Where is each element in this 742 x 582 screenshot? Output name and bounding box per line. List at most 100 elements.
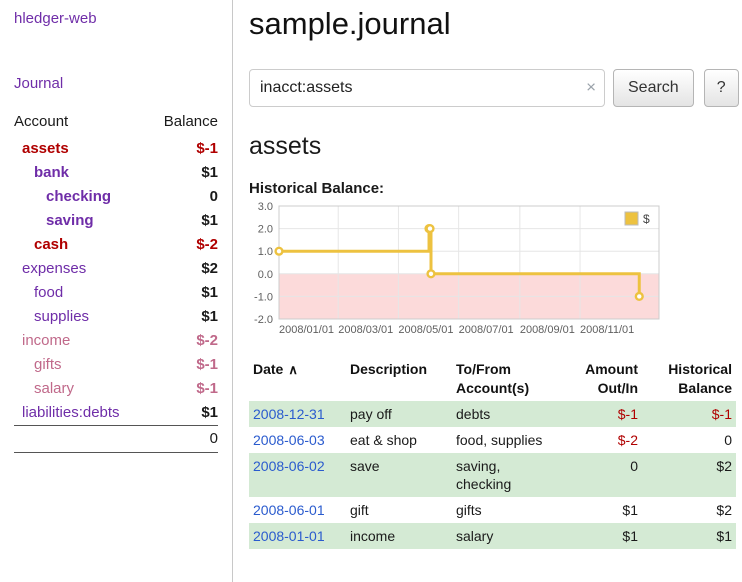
balance-line-chart: 3.02.01.00.0-1.0-2.02008/01/012008/03/01… <box>249 201 663 339</box>
account-name-cell: saving <box>14 209 149 233</box>
sidebar-account-link[interactable]: income <box>22 332 70 349</box>
svg-text:2008/07/01: 2008/07/01 <box>459 324 514 336</box>
account-name-cell: bank <box>14 161 149 185</box>
account-balance: $1 <box>149 209 218 233</box>
legend-swatch <box>625 212 638 225</box>
account-balance: $1 <box>149 161 218 185</box>
register-header-amount: Amount Out/In <box>560 357 642 401</box>
historical-balance-chart: 3.02.01.00.0-1.0-2.02008/01/012008/03/01… <box>249 201 739 344</box>
chart-title: Historical Balance: <box>249 180 739 197</box>
transaction-balance: $-1 <box>642 401 736 427</box>
accounts-total-row: 0 <box>14 426 218 453</box>
register-row: 2008-12-31pay offdebts$-1$-1 <box>249 401 736 427</box>
account-balance: $1 <box>149 401 218 426</box>
transaction-date-link[interactable]: 2008-06-01 <box>253 502 325 518</box>
account-name-cell: expenses <box>14 257 149 281</box>
sidebar-account-link[interactable]: food <box>34 284 63 301</box>
account-row: food$1 <box>14 281 218 305</box>
account-balance: $2 <box>149 257 218 281</box>
account-row: salary $-1 <box>14 377 218 401</box>
register-header-date[interactable]: Date∧ <box>249 357 346 401</box>
transaction-accounts: gifts <box>452 497 560 523</box>
accounts-total-spacer <box>14 426 149 453</box>
account-row: assets $-1 <box>14 137 218 161</box>
register-row: 2008-06-03eat & shopfood, supplies$-20 <box>249 427 736 453</box>
register-header-row: Date∧ Description To/From Account(s) Amo… <box>249 357 736 401</box>
sidebar: hledger-web Journal Account Balance asse… <box>0 0 233 582</box>
account-row: saving $1 <box>14 209 218 233</box>
accounts-header-account: Account <box>14 109 149 137</box>
account-row: expenses $2 <box>14 257 218 281</box>
sidebar-item-journal[interactable]: Journal <box>14 75 63 92</box>
svg-text:3.0: 3.0 <box>258 201 273 213</box>
transaction-accounts: food, supplies <box>452 427 560 453</box>
transaction-date-link[interactable]: 2008-01-01 <box>253 528 325 544</box>
transaction-amount: 0 <box>560 453 642 497</box>
register-header-accounts: To/From Account(s) <box>452 357 560 401</box>
data-point-marker <box>636 293 643 300</box>
search-box: × <box>249 69 605 107</box>
sidebar-account-link[interactable]: assets <box>22 140 69 157</box>
account-name-cell: food <box>14 281 149 305</box>
transaction-date-link[interactable]: 2008-06-02 <box>253 458 325 474</box>
transaction-accounts: saving, checking <box>452 453 560 497</box>
account-row: bank $1 <box>14 161 218 185</box>
accounts-header-balance: Balance <box>149 109 218 137</box>
register-row: 2008-01-01incomesalary$1$1 <box>249 523 736 549</box>
svg-text:-1.0: -1.0 <box>254 291 273 303</box>
sidebar-account-link[interactable]: supplies <box>34 308 89 325</box>
register-table: Date∧ Description To/From Account(s) Amo… <box>249 357 736 549</box>
transaction-description: pay off <box>346 401 452 427</box>
app-brand-link[interactable]: hledger-web <box>14 10 97 27</box>
data-point-marker <box>427 225 434 232</box>
accounts-total-value: 0 <box>149 426 218 453</box>
register-row: 2008-06-02savesaving, checking0$2 <box>249 453 736 497</box>
svg-text:2008/09/01: 2008/09/01 <box>520 324 575 336</box>
register-header-description: Description <box>346 357 452 401</box>
account-name-cell: cash <box>14 233 149 257</box>
transaction-date-link[interactable]: 2008-06-03 <box>253 432 325 448</box>
account-row: cash $-2 <box>14 233 218 257</box>
account-balance: $-1 <box>149 137 218 161</box>
transaction-accounts: salary <box>452 523 560 549</box>
svg-text:2008/03/01: 2008/03/01 <box>338 324 393 336</box>
svg-text:-2.0: -2.0 <box>254 314 273 326</box>
sidebar-account-link[interactable]: saving <box>46 212 94 229</box>
data-point-marker <box>428 270 435 277</box>
sidebar-account-link[interactable]: bank <box>34 164 69 181</box>
sidebar-account-link[interactable]: salary <box>34 380 74 397</box>
clear-search-icon[interactable]: × <box>586 78 596 98</box>
transaction-date-cell: 2008-12-31 <box>249 401 346 427</box>
account-balance: $-1 <box>149 377 218 401</box>
svg-text:2008/01/01: 2008/01/01 <box>279 324 334 336</box>
search-button[interactable]: Search <box>613 69 694 107</box>
sidebar-account-link[interactable]: cash <box>34 236 68 253</box>
sidebar-account-link[interactable]: gifts <box>34 356 62 373</box>
account-balance: $-2 <box>149 329 218 353</box>
sort-ascending-icon: ∧ <box>288 362 298 377</box>
account-row: supplies$1 <box>14 305 218 329</box>
register-header-balance: Historical Balance <box>642 357 736 401</box>
sidebar-account-link[interactable]: checking <box>46 188 111 205</box>
sidebar-account-link[interactable]: liabilities:debts <box>22 404 120 421</box>
accounts-table: Account Balance assets$-1bank$1checking0… <box>14 109 218 453</box>
transaction-date-cell: 2008-06-03 <box>249 427 346 453</box>
transaction-description: income <box>346 523 452 549</box>
svg-text:2008/05/01: 2008/05/01 <box>398 324 453 336</box>
sidebar-account-link[interactable]: expenses <box>22 260 86 277</box>
account-name-cell: liabilities:debts <box>14 401 149 426</box>
account-row: checking0 <box>14 185 218 209</box>
transaction-balance: 0 <box>642 427 736 453</box>
transaction-date-cell: 2008-01-01 <box>249 523 346 549</box>
help-button[interactable]: ? <box>704 69 739 107</box>
account-balance: $-2 <box>149 233 218 257</box>
account-name-cell: supplies <box>14 305 149 329</box>
svg-text:2008/11/01: 2008/11/01 <box>580 324 634 336</box>
account-name-cell: income <box>14 329 149 353</box>
account-name-cell: salary <box>14 377 149 401</box>
main-content: sample.journal × Search ? assets Histori… <box>233 0 742 582</box>
transaction-description: gift <box>346 497 452 523</box>
page-title: sample.journal <box>249 6 739 42</box>
transaction-date-link[interactable]: 2008-12-31 <box>253 406 325 422</box>
search-input[interactable] <box>249 69 605 107</box>
